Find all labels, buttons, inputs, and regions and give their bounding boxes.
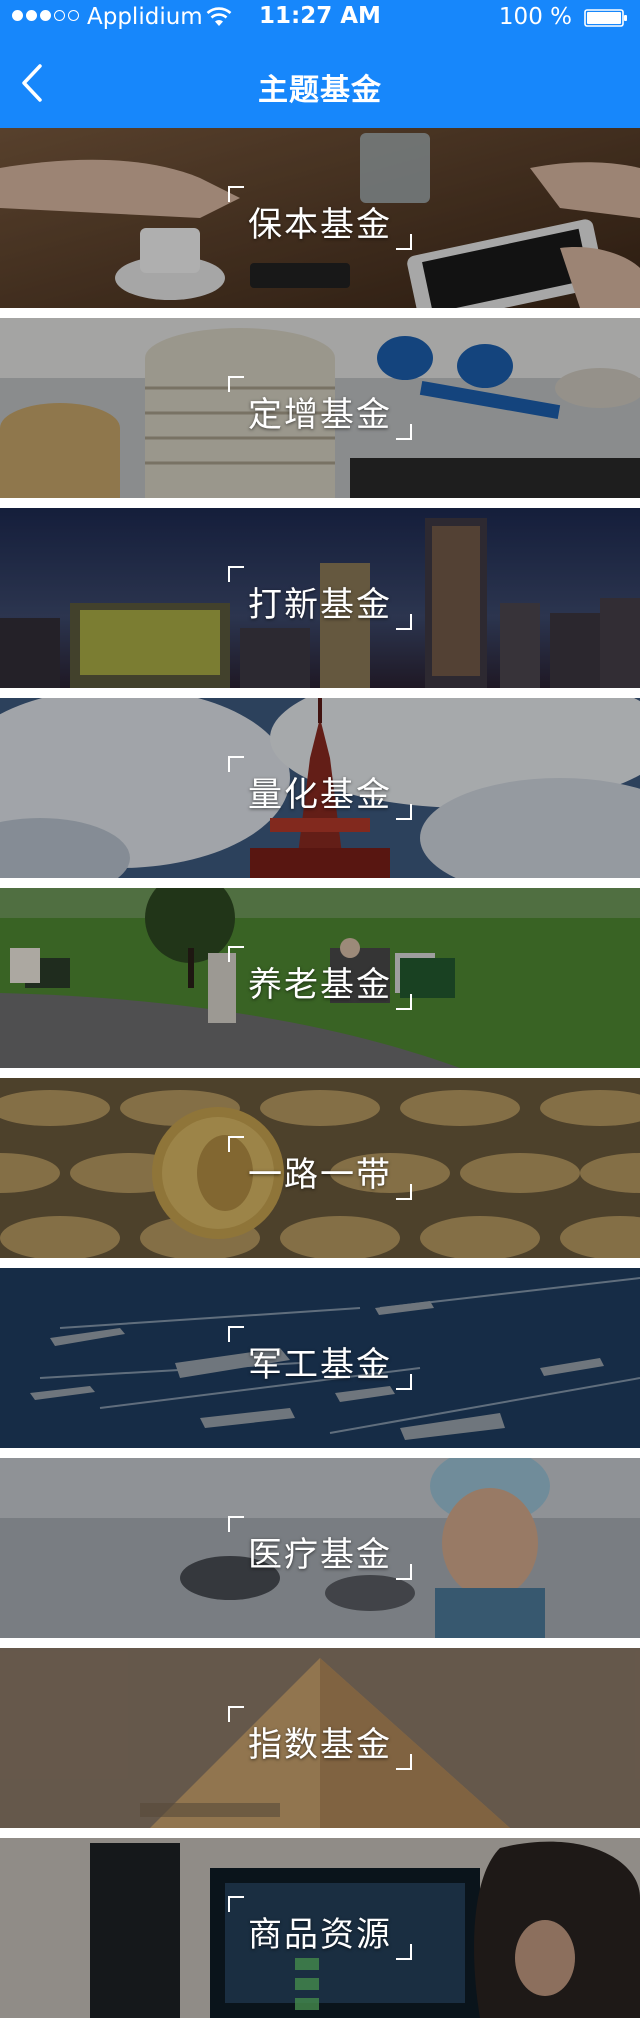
category-frame: 医疗基金 — [228, 1516, 412, 1580]
category-frame: 定增基金 — [228, 376, 412, 440]
category-frame: 保本基金 — [228, 186, 412, 250]
fund-card-pension[interactable]: 养老基金 — [0, 888, 640, 1068]
category-label: 量化基金 — [248, 775, 392, 815]
category-label: 医疗基金 — [248, 1535, 392, 1575]
category-label: 打新基金 — [248, 585, 392, 625]
fund-card-belt-and-road[interactable]: 一路一带 — [0, 1078, 640, 1258]
fund-card-private-placement[interactable]: 定增基金 — [0, 318, 640, 498]
page-title: 主题基金 — [258, 73, 382, 108]
fund-card-commodities[interactable]: 商品资源 — [0, 1838, 640, 2018]
fund-card-defense[interactable]: 军工基金 — [0, 1268, 640, 1448]
fund-card-quantitative[interactable]: 量化基金 — [0, 698, 640, 878]
fund-card-index[interactable]: 指数基金 — [0, 1648, 640, 1828]
category-label: 军工基金 — [248, 1345, 392, 1385]
category-frame: 养老基金 — [228, 946, 412, 1010]
category-frame: 打新基金 — [228, 566, 412, 630]
fund-card-ipo[interactable]: 打新基金 — [0, 508, 640, 688]
category-frame: 商品资源 — [228, 1896, 412, 1960]
category-frame: 量化基金 — [228, 756, 412, 820]
navigation-bar: 主题基金 — [0, 38, 640, 128]
category-label: 一路一带 — [248, 1155, 392, 1195]
fund-theme-list: 保本基金 定增基金 打新基金 量化基金 养老基金 一路一带 军工基金 医疗基金 … — [0, 128, 640, 2028]
battery-percentage: 100 % — [498, 4, 572, 30]
fund-card-capital-guaranteed[interactable]: 保本基金 — [0, 128, 640, 308]
category-label: 保本基金 — [248, 205, 392, 245]
category-frame: 军工基金 — [228, 1326, 412, 1390]
battery-icon — [584, 9, 627, 27]
category-frame: 一路一带 — [228, 1136, 412, 1200]
top-bar: Applidium 11:27 AM 100 % 主题基金 — [0, 0, 640, 128]
category-label: 养老基金 — [248, 965, 392, 1005]
category-frame: 指数基金 — [228, 1706, 412, 1770]
category-label: 定增基金 — [248, 395, 392, 435]
fund-card-healthcare[interactable]: 医疗基金 — [0, 1458, 640, 1638]
category-label: 指数基金 — [248, 1725, 392, 1765]
category-label: 商品资源 — [248, 1915, 392, 1955]
status-bar: Applidium 11:27 AM 100 % — [0, 0, 640, 38]
